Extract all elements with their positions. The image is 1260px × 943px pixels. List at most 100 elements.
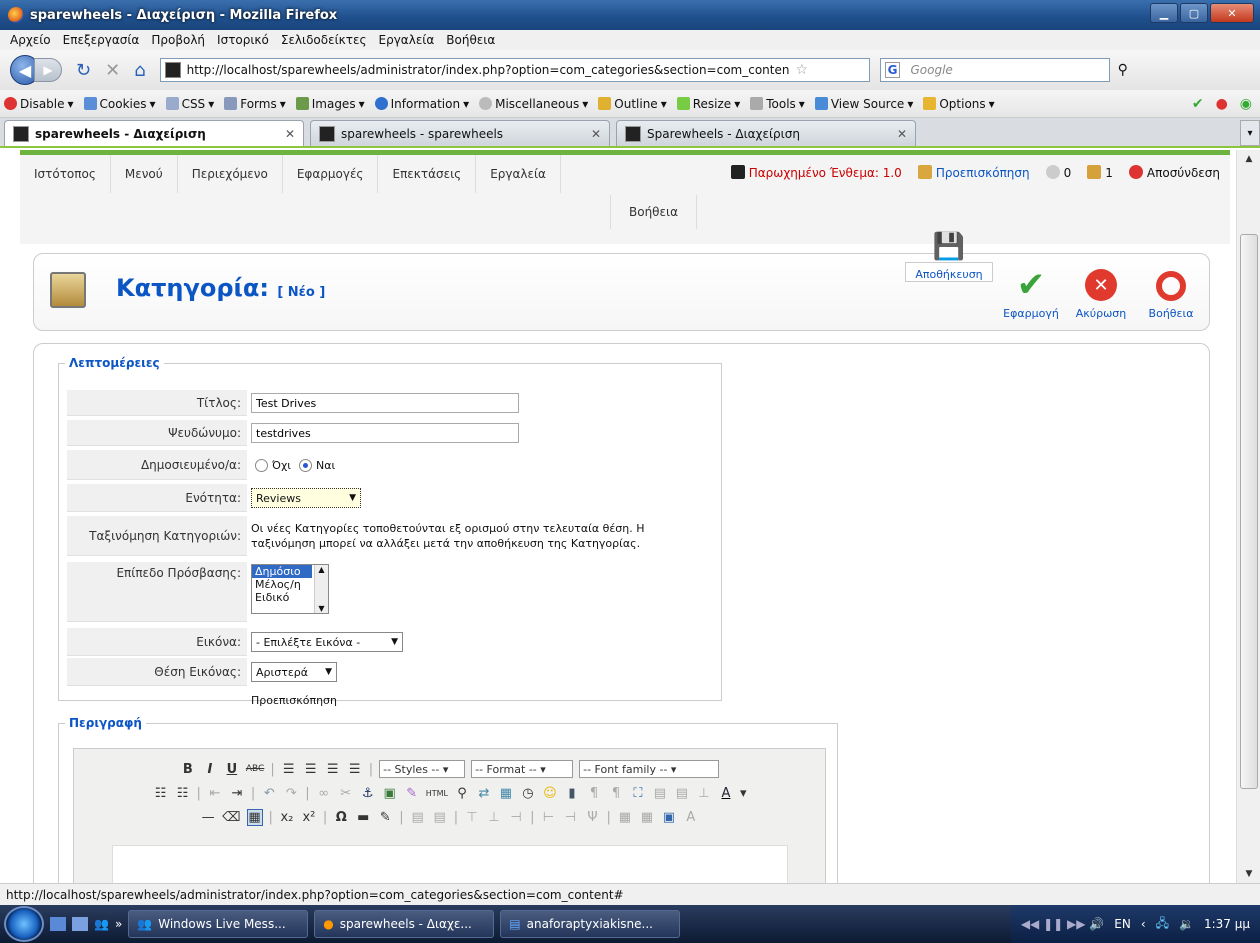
- format-select[interactable]: -- Format -- ▾: [471, 760, 574, 778]
- align-right-icon[interactable]: ☰: [325, 762, 341, 777]
- tray-expand-icon[interactable]: ‹: [1141, 917, 1146, 931]
- switch-windows-icon[interactable]: [72, 917, 88, 931]
- font-family-select[interactable]: -- Font family -- ▾: [579, 760, 720, 778]
- help-button[interactable]: Βοήθεια: [1139, 262, 1203, 324]
- bullet-list-icon[interactable]: ☷: [153, 786, 169, 801]
- subscript-icon[interactable]: x₂: [279, 810, 295, 825]
- find-icon[interactable]: ⚲: [454, 786, 470, 801]
- menu-file[interactable]: Αρχείο: [10, 33, 51, 47]
- layer-icon[interactable]: ▤: [652, 786, 668, 801]
- scroll-up-icon[interactable]: ▲: [1237, 150, 1260, 168]
- unlink-icon[interactable]: ✂: [338, 786, 354, 801]
- joomla-menu-components[interactable]: Εφαρμογές: [283, 155, 379, 193]
- close-tab-icon[interactable]: ✕: [285, 127, 295, 141]
- messenger-quicklaunch-icon[interactable]: 👥: [94, 917, 109, 931]
- alias-input[interactable]: [251, 423, 519, 443]
- absolute-icon[interactable]: ⊥: [696, 786, 712, 801]
- network-icon[interactable]: 🖧: [1156, 914, 1169, 935]
- close-tab-icon[interactable]: ✕: [591, 127, 601, 141]
- insert-row-before-icon[interactable]: ⊤: [464, 810, 480, 825]
- error-icon[interactable]: ●: [1216, 96, 1228, 112]
- tab-sparewheels-site[interactable]: sparewheels - sparewheels ✕: [310, 120, 610, 146]
- devbar-miscellaneous[interactable]: Miscellaneous ▾: [479, 97, 588, 111]
- devbar-cookies[interactable]: Cookies ▾: [83, 97, 156, 111]
- menu-edit[interactable]: Επεξεργασία: [63, 33, 140, 47]
- start-button[interactable]: [4, 906, 44, 942]
- search-box[interactable]: G Google: [879, 58, 1110, 82]
- logout-link[interactable]: Αποσύνδεση: [1128, 165, 1220, 180]
- menu-bookmarks[interactable]: Σελιδοδείκτες: [281, 33, 367, 47]
- menu-history[interactable]: Ιστορικό: [217, 33, 269, 47]
- media-icon[interactable]: ▮: [564, 786, 580, 801]
- remove-format-icon[interactable]: ⌫: [222, 810, 240, 825]
- joomla-menu-content[interactable]: Περιεχόμενο: [178, 155, 283, 193]
- devbar-outline[interactable]: Outline ▾: [598, 97, 667, 111]
- delete-row-icon[interactable]: ⊣: [508, 810, 524, 825]
- preview-link[interactable]: Προεπισκόπηση: [917, 165, 1030, 180]
- clock[interactable]: 1:37 μμ: [1204, 917, 1250, 931]
- tab-list-dropdown[interactable]: ▾: [1240, 120, 1260, 146]
- redo-icon[interactable]: ↷: [283, 786, 299, 801]
- media-player-controls-icon[interactable]: ◀◀ ❚❚ ▶▶ 🔊: [1021, 917, 1104, 931]
- layer-back-icon[interactable]: ▤: [674, 786, 690, 801]
- page-scrollbar[interactable]: ▲ ▼: [1236, 150, 1260, 883]
- stop-icon[interactable]: ✕: [105, 60, 120, 81]
- joomla-menu-help[interactable]: Βοήθεια: [610, 195, 697, 229]
- joomla-menu-site[interactable]: Ιστότοπος: [20, 155, 111, 193]
- devbar-view-source[interactable]: View Source ▾: [814, 97, 913, 111]
- html-icon[interactable]: HTML: [426, 789, 448, 798]
- indent-icon[interactable]: ⇥: [229, 786, 245, 801]
- align-center-icon[interactable]: ☰: [303, 762, 319, 777]
- close-window-button[interactable]: ✕: [1210, 3, 1254, 23]
- horizontal-rule-icon[interactable]: —: [200, 810, 216, 825]
- image-position-select[interactable]: Αριστερά ▼: [251, 662, 337, 682]
- editor-content-area[interactable]: [112, 845, 788, 883]
- users-count[interactable]: 1: [1087, 165, 1113, 180]
- joomla-menu-tools[interactable]: Εργαλεία: [476, 155, 561, 193]
- insert-time-icon[interactable]: ◷: [520, 786, 536, 801]
- anchor-icon[interactable]: ⚓: [360, 786, 376, 801]
- superscript-icon[interactable]: x²: [301, 810, 317, 825]
- bookmark-star-icon[interactable]: ☆: [795, 62, 808, 78]
- split-cells-icon[interactable]: ▦: [617, 810, 633, 825]
- edit-icon[interactable]: ✎: [377, 810, 393, 825]
- underline-icon[interactable]: U: [224, 762, 240, 777]
- devbar-options[interactable]: Options ▾: [923, 97, 995, 111]
- link-icon[interactable]: ∞: [316, 786, 332, 801]
- cleanup-icon[interactable]: ✎: [404, 786, 420, 801]
- language-indicator[interactable]: EN: [1114, 917, 1131, 931]
- home-icon[interactable]: ⌂: [134, 60, 145, 81]
- bold-icon[interactable]: B: [180, 762, 196, 777]
- table-icon[interactable]: ▦: [246, 808, 263, 826]
- special-char-icon[interactable]: Ω: [333, 810, 349, 825]
- menu-help[interactable]: Βοήθεια: [446, 33, 495, 47]
- devbar-css[interactable]: CSS ▾: [165, 97, 214, 111]
- show-desktop-icon[interactable]: [50, 917, 66, 931]
- taskbar-item-word[interactable]: ▤ anaforaptyxiakisne...: [500, 910, 681, 938]
- scroll-down-icon[interactable]: ▼: [1237, 865, 1260, 883]
- status-ok-icon[interactable]: ◉: [1240, 96, 1252, 112]
- menu-tools[interactable]: Εργαλεία: [379, 33, 435, 47]
- access-option-public[interactable]: Δημόσιο: [252, 565, 312, 578]
- devbar-disable[interactable]: Disable ▾: [4, 97, 74, 111]
- text-color-icon[interactable]: A: [718, 786, 734, 801]
- italic-icon[interactable]: I: [202, 762, 218, 777]
- devbar-resize[interactable]: Resize ▾: [676, 97, 740, 111]
- section-select[interactable]: Reviews ▼: [251, 488, 361, 508]
- access-listbox[interactable]: Δημόσιο Μέλος/η Ειδικό ▲ ▼: [251, 564, 329, 614]
- emoticon-icon[interactable]: ☺: [542, 786, 558, 801]
- insert-col-after-icon[interactable]: ⊣: [562, 810, 578, 825]
- insert-col-before-icon[interactable]: ⊢: [540, 810, 556, 825]
- reload-icon[interactable]: ↻: [76, 60, 91, 81]
- scroll-thumb[interactable]: [1240, 234, 1258, 789]
- forward-arrow-icon[interactable]: ▶: [34, 58, 62, 82]
- volume-icon[interactable]: 🔉: [1179, 917, 1194, 931]
- listbox-scrollbar[interactable]: ▲ ▼: [314, 565, 328, 613]
- taskbar-item-messenger[interactable]: 👥 Windows Live Mess...: [128, 910, 309, 938]
- undo-icon[interactable]: ↶: [261, 786, 277, 801]
- joomla-menu-extensions[interactable]: Επεκτάσεις: [378, 155, 477, 193]
- validation-ok-icon[interactable]: ✔: [1192, 96, 1204, 112]
- tab-sparewheels-admin-2[interactable]: Sparewheels - Διαχείριση ✕: [616, 120, 916, 146]
- align-justify-icon[interactable]: ☰: [347, 762, 363, 777]
- apply-button[interactable]: ✔ Εφαρμογή: [999, 262, 1063, 324]
